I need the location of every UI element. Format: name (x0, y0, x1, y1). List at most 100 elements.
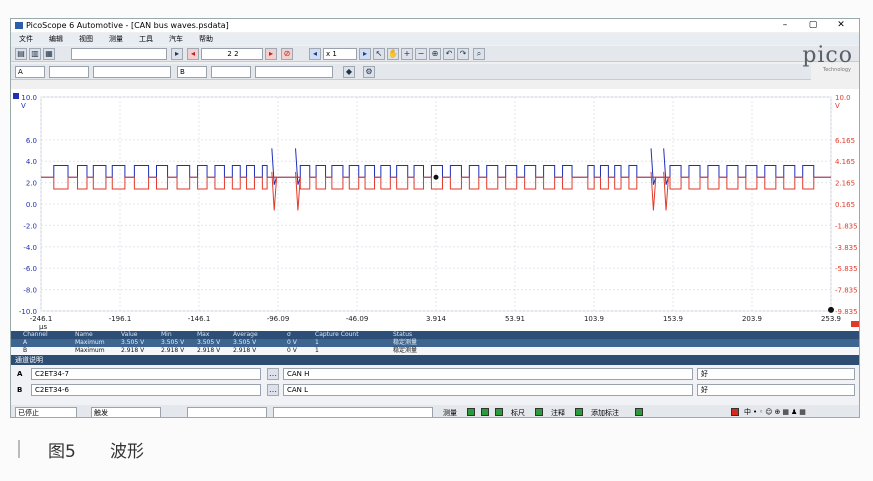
ruler-icon[interactable] (535, 408, 543, 416)
channel-a-range-select[interactable] (93, 66, 171, 78)
pico-logo-sub: Technology (822, 67, 851, 73)
trigger-level-field[interactable] (273, 407, 433, 417)
channel-a-edit-button[interactable]: … (267, 368, 279, 380)
measure-delete-icon[interactable] (481, 408, 489, 416)
header-max: Max (197, 331, 210, 338)
channel-a-button[interactable]: A (15, 66, 45, 78)
zoom-prev-button[interactable]: ◂ (309, 48, 321, 60)
x-tick-label: 153.9 (663, 315, 683, 323)
scope-view[interactable]: 10.0 6.0 4.0 2.0 0.0 -2.0 -4.0 -6.0 -8.0 -10.0 V 10… (11, 89, 860, 331)
x-unit: μs (39, 323, 47, 331)
main-toolbar: ▤ ▥ ▦ ▸ ◂ 2 2 ▸ ⊘ ◂ x 1 ▸ ↖ ✋ + − ⊕ ↶ ↷ … (11, 46, 859, 62)
cell-min: 2.918 V (161, 347, 185, 354)
waveform-chart[interactable]: 10.06.04.02.00.0-2.0-4.0-6.0-8.0-10.0V10… (11, 89, 860, 331)
zoom-in-icon[interactable]: + (401, 48, 413, 60)
add-label-icon[interactable] (635, 408, 643, 416)
cell-capture-count: 1 (315, 347, 319, 354)
x-tick-label: -46.09 (346, 315, 369, 323)
ruler-label[interactable]: 标尺 (511, 408, 525, 417)
pointer-icon[interactable]: ↖ (373, 48, 385, 60)
tray-icons: 中•◦☺⊕▦♟▦ (744, 408, 808, 416)
channel-b-probe-select[interactable]: C2ET34-6 (31, 384, 261, 396)
buffer-next-button[interactable]: ▸ (265, 48, 277, 60)
table-row[interactable]: B Maximum 2.918 V 2.918 V 2.918 V 2.918 … (11, 347, 859, 355)
trigger-mode-select[interactable]: 触发 (91, 407, 161, 417)
menu-edit[interactable]: 编辑 (49, 33, 63, 45)
trigger-channel-select[interactable] (187, 407, 267, 417)
channel-b-status-select[interactable]: 好 (697, 384, 855, 396)
cell-min: 3.505 V (161, 339, 185, 346)
probe-icon[interactable]: ◆ (343, 66, 355, 78)
channel-a-label: A (17, 370, 23, 378)
y-right-tick-label: -5.835 (835, 265, 858, 273)
channel-a-status-select[interactable]: 好 (697, 368, 855, 380)
timebase-next-button[interactable]: ▸ (171, 48, 183, 60)
zoom-field[interactable]: x 1 (323, 48, 357, 60)
measure-label[interactable]: 测量 (443, 408, 457, 417)
menu-help[interactable]: 帮助 (199, 33, 213, 45)
measure-edit-icon[interactable] (495, 408, 503, 416)
settings-icon[interactable]: ⚙ (363, 66, 375, 78)
magnifier-icon[interactable]: ⌕ (473, 48, 485, 60)
cell-sigma: 0 V (287, 339, 297, 346)
stop-icon[interactable]: ⊘ (281, 48, 293, 60)
zoom-fit-icon[interactable]: ⊕ (429, 48, 441, 60)
undo-zoom-icon[interactable]: ↶ (443, 48, 455, 60)
measure-add-icon[interactable] (467, 408, 475, 416)
close-button[interactable]: ✕ (829, 19, 853, 32)
notes-label[interactable]: 注释 (551, 408, 565, 417)
minimize-button[interactable]: – (773, 19, 797, 32)
channel-notes-panel: 通道说明 A C2ET34-7 … CAN H 好 B C2ET34-6 … C… (11, 355, 859, 405)
buffer-field[interactable]: 2 2 (201, 48, 263, 60)
timebase-select[interactable] (71, 48, 167, 60)
channel-b-coupling-select[interactable] (211, 66, 251, 78)
y-right-tick-label: 6.165 (835, 137, 855, 145)
cursor-marker (433, 174, 439, 180)
print-icon[interactable]: ▦ (43, 48, 55, 60)
menu-auto[interactable]: 汽车 (169, 33, 183, 45)
ime-s-icon[interactable] (731, 408, 739, 416)
channel-a-probe-select[interactable]: C2ET34-7 (31, 368, 261, 380)
channel-b-label: B (17, 386, 23, 394)
hand-icon[interactable]: ✋ (387, 48, 399, 60)
cell-channel: B (23, 347, 28, 354)
y-right-tick-label: 2.165 (835, 180, 855, 188)
channel-b-range-select[interactable] (255, 66, 333, 78)
channel-b-edit-button[interactable]: … (267, 384, 279, 396)
table-row[interactable]: A Maximum 3.505 V 3.505 V 3.505 V 3.505 … (11, 339, 859, 347)
x-tick-label: -96.09 (267, 315, 290, 323)
header-average: Average (233, 331, 258, 338)
save-icon[interactable]: ▥ (29, 48, 41, 60)
redo-zoom-icon[interactable]: ↷ (457, 48, 469, 60)
notes-icon[interactable] (575, 408, 583, 416)
zoom-next-button[interactable]: ▸ (359, 48, 371, 60)
run-state[interactable]: 已停止 (15, 407, 77, 417)
maximize-button[interactable]: ▢ (801, 19, 825, 32)
y-left-tick-label: 0.0 (26, 201, 37, 209)
channel-b-button[interactable]: B (177, 66, 207, 78)
y-left-tick-label: -4.0 (23, 244, 37, 252)
y-right-tick-label: -1.835 (835, 222, 858, 230)
menu-view[interactable]: 视图 (79, 33, 93, 45)
zoom-out-icon[interactable]: − (415, 48, 427, 60)
header-status: Status (393, 331, 413, 338)
add-label-text[interactable]: 添加标注 (591, 408, 619, 417)
channel-a-coupling-select[interactable] (49, 66, 89, 78)
picoscope-window: PicoScope 6 Automotive - [CAN bus waves.… (10, 18, 860, 418)
y-right-tick-label: 10.0 (835, 94, 851, 102)
x-tick-label: -196.1 (109, 315, 132, 323)
open-icon[interactable]: ▤ (15, 48, 27, 60)
y-right-tick-label: 0.165 (835, 201, 855, 209)
buffer-prev-button[interactable]: ◂ (187, 48, 199, 60)
menu-file[interactable]: 文件 (19, 33, 33, 45)
menu-measure[interactable]: 测量 (109, 33, 123, 45)
cell-channel: A (23, 339, 28, 346)
channel-a-marker (13, 93, 19, 99)
channel-b-name-field[interactable]: CAN L (283, 384, 693, 396)
channel-a-name-field[interactable]: CAN H (283, 368, 693, 380)
x-tick-label: -246.1 (30, 315, 53, 323)
x-tick-label: 53.91 (505, 315, 525, 323)
x-tick-label: 3.914 (426, 315, 447, 323)
menu-tools[interactable]: 工具 (139, 33, 153, 45)
y-left-unit: V (21, 102, 26, 110)
